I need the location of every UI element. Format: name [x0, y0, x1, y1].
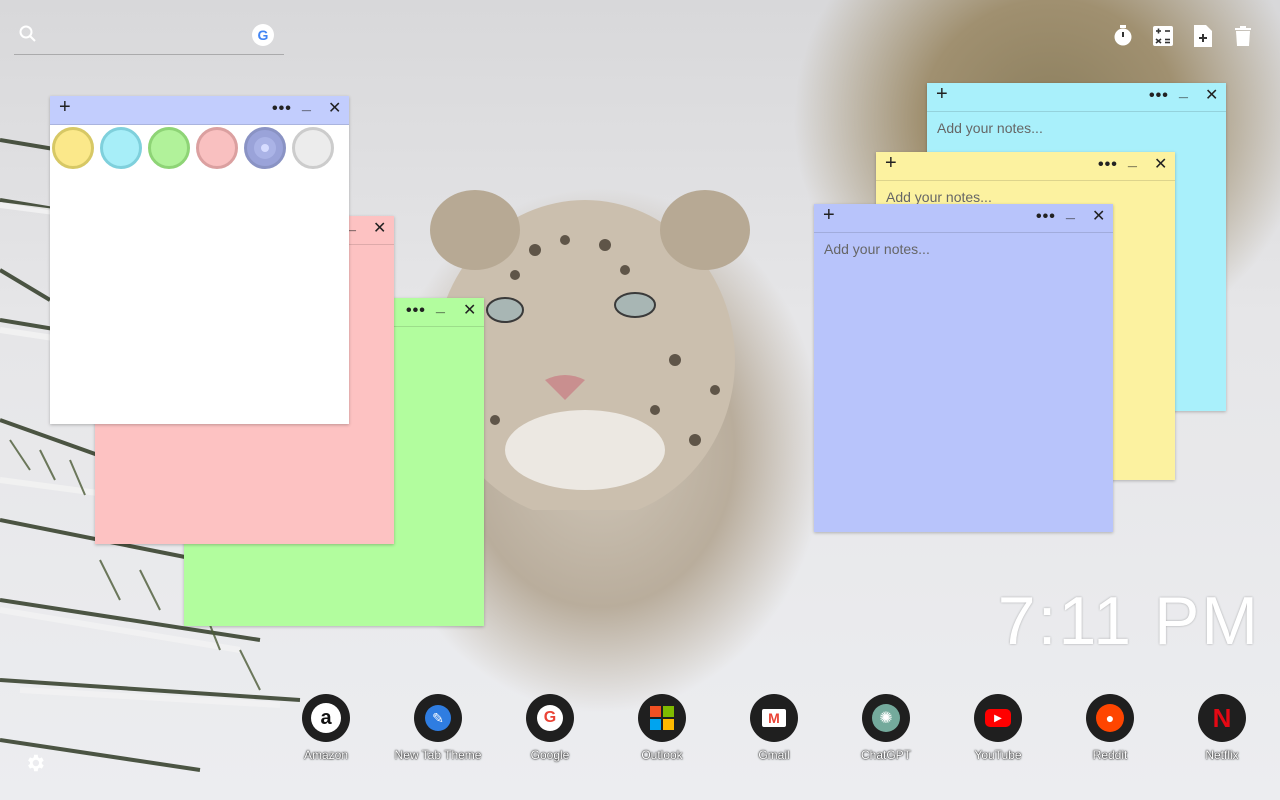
search-bar[interactable]: G: [14, 20, 284, 55]
color-swatch[interactable]: [244, 127, 286, 169]
minimize-note-button[interactable]: _: [1128, 152, 1137, 170]
shortcut-label: YouTube: [974, 748, 1022, 762]
note-header: + ••• _ ✕: [50, 96, 349, 125]
settings-button[interactable]: [24, 752, 46, 779]
note-options-button[interactable]: •••: [1036, 208, 1056, 226]
shortcut-label: ChatGPT: [860, 748, 911, 762]
top-toolbar: [1112, 24, 1254, 48]
reddit-icon[interactable]: ●: [1086, 694, 1134, 742]
minimize-note-button[interactable]: _: [1066, 204, 1075, 222]
color-swatch[interactable]: [148, 127, 190, 169]
timer-icon[interactable]: [1112, 24, 1134, 48]
close-note-button[interactable]: ✕: [1154, 156, 1167, 174]
shortcut-google[interactable]: G Google: [494, 694, 606, 762]
color-swatch[interactable]: [292, 127, 334, 169]
add-note-button[interactable]: +: [885, 153, 897, 173]
color-swatch[interactable]: [100, 127, 142, 169]
search-input[interactable]: [46, 24, 250, 48]
minimize-note-button[interactable]: _: [1179, 83, 1188, 101]
shortcut-gmail[interactable]: M Gmail: [718, 694, 830, 762]
note-options-button[interactable]: •••: [1098, 156, 1118, 174]
shortcut-bar: a Amazon ✎ New Tab Theme G Google Outlook M Gmai…: [270, 694, 1278, 762]
trash-icon[interactable]: [1232, 24, 1254, 48]
google-search-icon[interactable]: G: [252, 24, 274, 46]
new-tab-theme-icon[interactable]: ✎: [414, 694, 462, 742]
sticky-note-color-picker[interactable]: + ••• _ ✕: [50, 96, 349, 424]
close-note-button[interactable]: ✕: [328, 100, 341, 118]
note-header: + ••• _ ✕: [927, 83, 1226, 112]
note-options-button[interactable]: •••: [406, 302, 426, 320]
chatgpt-icon[interactable]: ✺: [862, 694, 910, 742]
search-icon[interactable]: [18, 24, 38, 44]
clock-display: 7:11 PM: [997, 583, 1260, 659]
youtube-icon[interactable]: ▶: [974, 694, 1022, 742]
shortcut-new-tab-theme[interactable]: ✎ New Tab Theme: [382, 694, 494, 762]
shortcut-label: Reddit: [1092, 748, 1128, 762]
shortcut-label: Amazon: [303, 748, 349, 762]
shortcut-label: Outlook: [641, 748, 683, 762]
netflix-icon[interactable]: N: [1198, 694, 1246, 742]
note-text-area[interactable]: Add your notes...: [814, 233, 1113, 265]
shortcut-youtube[interactable]: ▶ YouTube: [942, 694, 1054, 762]
close-note-button[interactable]: ✕: [373, 220, 386, 238]
note-header: + ••• _ ✕: [876, 152, 1175, 181]
shortcut-amazon[interactable]: a Amazon: [270, 694, 382, 762]
color-swatch-row: [50, 125, 349, 171]
shortcut-label: New Tab Theme: [394, 748, 482, 762]
amazon-icon[interactable]: a: [302, 694, 350, 742]
selected-indicator: [254, 137, 276, 159]
shortcut-outlook[interactable]: Outlook: [606, 694, 718, 762]
close-note-button[interactable]: ✕: [463, 302, 476, 320]
minimize-note-button[interactable]: _: [436, 298, 445, 316]
gmail-icon[interactable]: M: [750, 694, 798, 742]
shortcut-reddit[interactable]: ● Reddit: [1054, 694, 1166, 762]
note-text-area[interactable]: Add your notes...: [927, 112, 1226, 144]
shortcut-label: Google: [530, 748, 570, 762]
close-note-button[interactable]: ✕: [1092, 208, 1105, 226]
calculator-icon[interactable]: [1152, 24, 1174, 48]
note-options-button[interactable]: •••: [1149, 87, 1169, 105]
shortcut-label: Gmail: [758, 748, 790, 762]
sticky-note-blue[interactable]: + ••• _ ✕ Add your notes...: [814, 204, 1113, 532]
close-note-button[interactable]: ✕: [1205, 87, 1218, 105]
minimize-note-button[interactable]: _: [302, 96, 311, 114]
add-note-button[interactable]: +: [59, 97, 71, 117]
shortcut-label: Netflix: [1205, 748, 1239, 762]
gear-icon: [28, 754, 44, 772]
add-note-button[interactable]: +: [823, 205, 835, 225]
google-icon[interactable]: G: [526, 694, 574, 742]
add-note-button[interactable]: +: [936, 84, 948, 104]
note-header: + ••• _ ✕: [814, 204, 1113, 233]
shortcut-netflix[interactable]: N Netflix: [1166, 694, 1278, 762]
outlook-icon[interactable]: [638, 694, 686, 742]
new-note-icon[interactable]: [1192, 24, 1214, 48]
note-options-button[interactable]: •••: [272, 100, 292, 118]
shortcut-chatgpt[interactable]: ✺ ChatGPT: [830, 694, 942, 762]
selected-dot: [261, 144, 269, 152]
color-swatch[interactable]: [196, 127, 238, 169]
color-swatch[interactable]: [52, 127, 94, 169]
